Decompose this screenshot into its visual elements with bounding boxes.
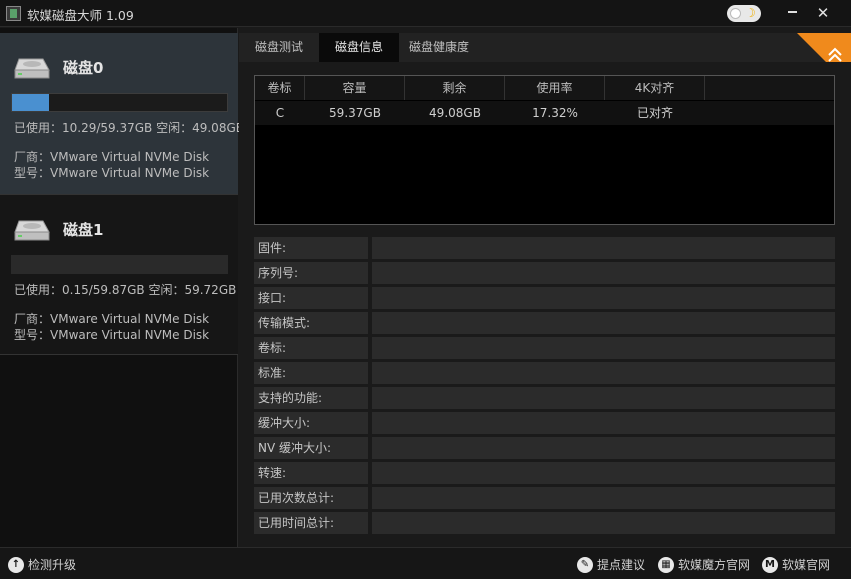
disk-info-panel: 卷标 容量 剩余 使用率 4K对齐 C 59.37GB 49.08GB 17.3…	[239, 62, 851, 547]
table-cell: 49.08GB	[405, 101, 505, 125]
minimize-button[interactable]	[775, 0, 809, 26]
prop-label-firmware: 固件:	[254, 237, 368, 259]
prop-value-interface	[372, 287, 835, 309]
prop-value-firmware	[372, 237, 835, 259]
check-update-link[interactable]: ↑ 检测升级	[8, 556, 76, 573]
prop-label-serial: 序列号:	[254, 262, 368, 284]
table-header: 容量	[305, 76, 405, 100]
disk-vendor: 厂商：VMware Virtual NVMe Disk	[14, 150, 210, 164]
disk-card-1[interactable]: 磁盘1 已使用：0.15/59.87GB 空闲：59.72GB 厂商：VMwar…	[0, 194, 238, 355]
prop-label-features: 支持的功能:	[254, 387, 368, 409]
sun-icon	[730, 8, 741, 19]
table-cell: 已对齐	[605, 101, 705, 125]
table-header: 4K对齐	[605, 76, 705, 100]
table-cell: 17.32%	[505, 101, 605, 125]
theme-toggle[interactable]: ☽	[727, 5, 761, 22]
arrow-up-icon: ↑	[8, 556, 24, 573]
disk-name: 磁盘1	[63, 221, 104, 239]
prop-label-volume: 卷标:	[254, 337, 368, 359]
disk-usage-text: 已使用：10.29/59.37GB 空闲：49.08GB	[14, 121, 244, 135]
bottom-bar: ↑ 检测升级 ✎ 提点建议 ▦ 软媒魔方官网 M 软媒官网	[0, 547, 851, 579]
tab-bar: 磁盘测试 磁盘信息 磁盘健康度	[239, 33, 851, 62]
prop-value-volume	[372, 337, 835, 359]
minimize-icon	[787, 11, 797, 13]
prop-label-rpm: 转速:	[254, 462, 368, 484]
usage-bar-fill	[12, 94, 49, 111]
app-logo-icon	[6, 6, 21, 21]
title-bar: 软媒磁盘大师 1.09 ☽ ✕	[0, 0, 851, 27]
grid-icon: ▦	[658, 556, 674, 573]
usage-bar	[11, 255, 228, 274]
disk-usage-text: 已使用：0.15/59.87GB 空闲：59.72GB	[14, 283, 237, 297]
pen-icon: ✎	[577, 556, 593, 573]
prop-value-rpm	[372, 462, 835, 484]
prop-label-transfer-mode: 传输模式:	[254, 312, 368, 334]
prop-value-buffer-size	[372, 412, 835, 434]
tab-disk-info[interactable]: 磁盘信息	[319, 33, 399, 62]
disk-list: 磁盘0 已使用：10.29/59.37GB 空闲：49.08GB 厂商：VMwa…	[0, 28, 244, 547]
usage-bar	[11, 93, 228, 112]
prop-label-standard: 标准:	[254, 362, 368, 384]
prop-label-buffer-size: 缓冲大小:	[254, 412, 368, 434]
prop-value-features	[372, 387, 835, 409]
disk-model: 型号：VMware Virtual NVMe Disk	[14, 166, 210, 180]
mofang-site-label: 软媒魔方官网	[678, 558, 751, 572]
table-header: 剩余	[405, 76, 505, 100]
ruanmei-logo-icon: M	[762, 556, 778, 573]
prop-value-nv-buffer-size	[372, 437, 835, 459]
disk-card-0[interactable]: 磁盘0 已使用：10.29/59.37GB 空闲：49.08GB 厂商：VMwa…	[0, 33, 244, 194]
table-cell-empty	[705, 101, 834, 125]
window-title: 软媒磁盘大师 1.09	[27, 8, 134, 23]
prop-label-nv-buffer-size: NV 缓冲大小:	[254, 437, 368, 459]
prop-value-standard	[372, 362, 835, 384]
table-header-empty	[705, 76, 834, 100]
table-cell: C	[255, 101, 305, 125]
prop-value-power-on-count	[372, 487, 835, 509]
close-icon: ✕	[816, 4, 830, 22]
disk-name: 磁盘0	[63, 59, 104, 77]
prop-value-power-on-time	[372, 512, 835, 534]
disk-model: 型号：VMware Virtual NVMe Disk	[14, 328, 210, 342]
hard-disk-icon	[14, 220, 50, 241]
prop-value-serial	[372, 262, 835, 284]
table-header: 卷标	[255, 76, 305, 100]
disk-vendor: 厂商：VMware Virtual NVMe Disk	[14, 312, 210, 326]
feedback-link[interactable]: ✎ 提点建议	[577, 556, 645, 573]
official-site-label: 软媒官网	[782, 558, 831, 572]
hard-disk-icon	[14, 58, 50, 79]
check-update-label: 检测升级	[28, 558, 77, 572]
prop-label-interface: 接口:	[254, 287, 368, 309]
close-button[interactable]: ✕	[806, 0, 840, 26]
moon-icon: ☽	[745, 6, 756, 20]
tab-disk-health[interactable]: 磁盘健康度	[399, 33, 479, 62]
feedback-label: 提点建议	[597, 558, 646, 572]
mofang-site-link[interactable]: ▦ 软媒魔方官网	[658, 556, 750, 573]
official-site-link[interactable]: M 软媒官网	[762, 556, 830, 573]
prop-label-power-on-time: 已用时间总计:	[254, 512, 368, 534]
volume-table: 卷标 容量 剩余 使用率 4K对齐 C 59.37GB 49.08GB 17.3…	[254, 75, 835, 225]
tab-disk-test[interactable]: 磁盘测试	[239, 33, 319, 62]
prop-label-power-on-count: 已用次数总计:	[254, 487, 368, 509]
prop-value-transfer-mode	[372, 312, 835, 334]
table-cell: 59.37GB	[305, 101, 405, 125]
table-header: 使用率	[505, 76, 605, 100]
